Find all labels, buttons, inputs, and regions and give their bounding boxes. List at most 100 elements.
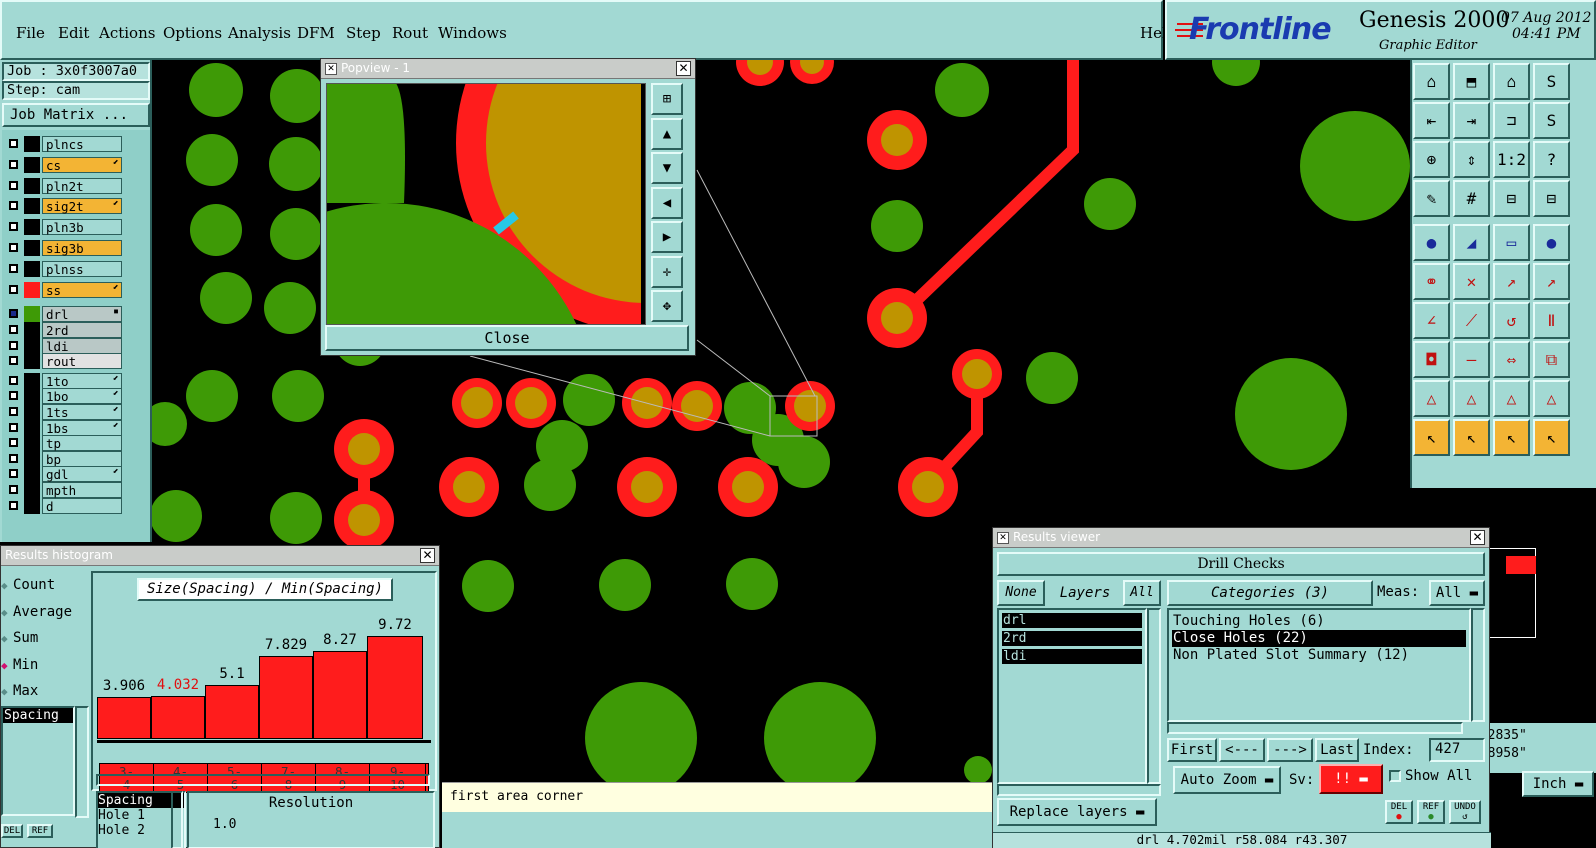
layer-name[interactable]: sig2t bbox=[42, 198, 122, 215]
layer-checkbox[interactable] bbox=[9, 453, 18, 463]
layer-checkbox[interactable] bbox=[9, 422, 18, 432]
ruler-button[interactable]: ▭ bbox=[1493, 224, 1530, 261]
pv-right-button[interactable]: ▶ bbox=[651, 221, 683, 253]
histogram-hscroll[interactable] bbox=[96, 774, 430, 786]
popview-close-button[interactable]: Close bbox=[325, 325, 689, 351]
rotate-button[interactable]: ↗ bbox=[1533, 263, 1570, 300]
categories-hscroll[interactable] bbox=[1167, 722, 1463, 734]
layer-row-1ts[interactable]: 1ts ⬋ bbox=[6, 404, 122, 420]
layer-row-mpth[interactable]: mpth bbox=[6, 482, 122, 498]
layer-row-sig2t[interactable]: sig2t ⬋ bbox=[6, 198, 122, 215]
menu-rout[interactable]: Rout bbox=[392, 24, 428, 42]
line-add-button[interactable]: ◢ bbox=[1453, 224, 1490, 261]
result-layers-hscroll[interactable] bbox=[997, 784, 1161, 796]
result-layer-item[interactable]: ldi bbox=[1002, 649, 1142, 664]
grid-button[interactable]: # bbox=[1453, 180, 1490, 217]
field-list-scrollbar[interactable] bbox=[75, 706, 89, 818]
undo-arc-button[interactable]: ↺ bbox=[1493, 302, 1530, 339]
layer-checkbox[interactable] bbox=[9, 469, 18, 479]
home-button[interactable]: ⌂ bbox=[1493, 63, 1530, 100]
results-ref-button[interactable]: REF ● bbox=[1417, 800, 1445, 824]
layer-checkbox[interactable] bbox=[9, 391, 18, 401]
field-list[interactable]: Spacing bbox=[1, 706, 75, 816]
angle-button[interactable]: ∠ bbox=[1413, 302, 1450, 339]
auto-zoom-menu[interactable]: Auto Zoom ▬ bbox=[1173, 766, 1281, 794]
severity-menu[interactable]: !! ▬ bbox=[1319, 764, 1383, 794]
menu-actions[interactable]: Actions bbox=[99, 24, 155, 42]
pan-right-button[interactable]: ⇥ bbox=[1453, 102, 1490, 139]
layer-row-ldi[interactable]: ldi bbox=[6, 337, 122, 354]
histogram-bar[interactable]: 3.906 bbox=[97, 678, 151, 739]
layer-name[interactable]: 1to bbox=[42, 372, 122, 389]
layer-row-drl[interactable]: drl ▪ bbox=[6, 306, 122, 323]
layer-checkbox[interactable] bbox=[9, 438, 18, 448]
pan-left-button[interactable]: ⇤ bbox=[1413, 102, 1450, 139]
layer-checkbox[interactable] bbox=[9, 485, 18, 494]
angle-b-button[interactable]: △ bbox=[1453, 380, 1490, 417]
angle-a-button[interactable]: △ bbox=[1413, 380, 1450, 417]
radio-sum[interactable]: ◆ Sum bbox=[1, 627, 38, 649]
result-layer-item[interactable]: 2rd bbox=[1002, 631, 1142, 646]
layer-name[interactable]: plnss bbox=[42, 260, 122, 277]
layer-row-sig3b[interactable]: sig3b bbox=[6, 240, 122, 256]
categories-list[interactable]: Touching Holes (6) Close Holes (22) Non Pl… bbox=[1167, 608, 1471, 722]
layer-name[interactable]: rout bbox=[42, 353, 122, 370]
layer-row-plnss[interactable]: plnss bbox=[6, 260, 122, 277]
layer-name[interactable]: 2rd bbox=[42, 322, 122, 338]
layer-name[interactable]: 1ts bbox=[42, 404, 122, 420]
pv-zoom-out-button[interactable]: ✛ bbox=[651, 255, 683, 288]
menu-dfm[interactable]: DFM bbox=[297, 24, 335, 42]
layer-row-pln2t[interactable]: pln2t bbox=[6, 177, 122, 194]
next-button[interactable]: ---> bbox=[1267, 738, 1313, 762]
pv-down-button[interactable]: ▼ bbox=[651, 152, 683, 184]
layer-row-gdl[interactable]: gdl ⬋ bbox=[6, 466, 122, 483]
dual-view-button[interactable]: ⊟ bbox=[1493, 180, 1530, 217]
menu-options[interactable]: Options bbox=[163, 24, 222, 42]
dual-view2-button[interactable]: ⊟ bbox=[1533, 180, 1570, 217]
menu-windows[interactable]: Windows bbox=[438, 24, 507, 42]
scale-1-2-button[interactable]: 1:2 bbox=[1493, 141, 1530, 178]
layer-name[interactable]: 1bo bbox=[42, 388, 122, 405]
histogram-del-button[interactable]: DEL bbox=[1, 824, 23, 838]
histogram-bar[interactable]: 4.032 bbox=[151, 677, 205, 739]
results-close-icon[interactable]: ✕ bbox=[1470, 530, 1485, 545]
layer-name[interactable]: 1bs bbox=[42, 419, 122, 436]
replace-layers-button[interactable]: Replace layers ▬ bbox=[997, 798, 1157, 826]
select3-button[interactable]: ↖ bbox=[1493, 419, 1530, 456]
layer-checkbox[interactable] bbox=[9, 325, 18, 334]
select4-button[interactable]: ↖ bbox=[1533, 419, 1570, 456]
layer-name[interactable]: bp bbox=[42, 450, 122, 467]
histogram-bar[interactable]: 8.27 bbox=[313, 632, 367, 739]
histogram-bar[interactable]: 5.1 bbox=[205, 666, 259, 739]
layer-checkbox[interactable] bbox=[9, 201, 18, 211]
cross-button[interactable]: ✕ bbox=[1453, 263, 1490, 300]
s-button[interactable]: S bbox=[1533, 63, 1570, 100]
result-layers-list[interactable]: drl 2rd ldi bbox=[997, 608, 1147, 784]
layers-none-button[interactable]: None bbox=[997, 580, 1045, 606]
layer-name[interactable]: pln3b bbox=[42, 219, 122, 236]
radio-max[interactable]: ◆ Max bbox=[1, 680, 38, 702]
layer-row-2rd[interactable]: 2rd bbox=[6, 322, 122, 338]
help-button[interactable]: ? bbox=[1533, 141, 1570, 178]
layer-checkbox[interactable] bbox=[9, 243, 18, 252]
layer-row-1bs[interactable]: 1bs ⬋ bbox=[6, 419, 122, 436]
radio-average[interactable]: ◆ Average bbox=[1, 601, 72, 623]
menu-step[interactable]: Step bbox=[346, 24, 381, 42]
move-button[interactable]: ↗ bbox=[1493, 263, 1530, 300]
layer-checkbox[interactable] bbox=[9, 263, 18, 273]
result-layers-scrollbar[interactable] bbox=[1147, 608, 1161, 784]
job-matrix-button[interactable]: Job Matrix ... bbox=[2, 103, 150, 127]
minus-button[interactable]: — bbox=[1453, 341, 1490, 378]
arc-button[interactable]: ⟋ bbox=[1453, 302, 1490, 339]
pad-add-button[interactable]: ● bbox=[1413, 224, 1450, 261]
layer-name[interactable]: ss bbox=[42, 281, 122, 298]
category-item[interactable]: Close Holes (22) bbox=[1172, 630, 1466, 647]
measure-button[interactable]: ⇔ bbox=[1493, 341, 1530, 378]
s2-button[interactable]: S bbox=[1533, 102, 1570, 139]
palette-button[interactable]: ✎ bbox=[1413, 180, 1450, 217]
layer-name[interactable]: d bbox=[42, 497, 122, 514]
layer-name[interactable]: mpth bbox=[42, 482, 122, 498]
pv-fit-button[interactable]: ✥ bbox=[651, 290, 683, 322]
layer-name[interactable]: cs bbox=[42, 156, 122, 173]
layer-row-d[interactable]: d bbox=[6, 497, 122, 514]
